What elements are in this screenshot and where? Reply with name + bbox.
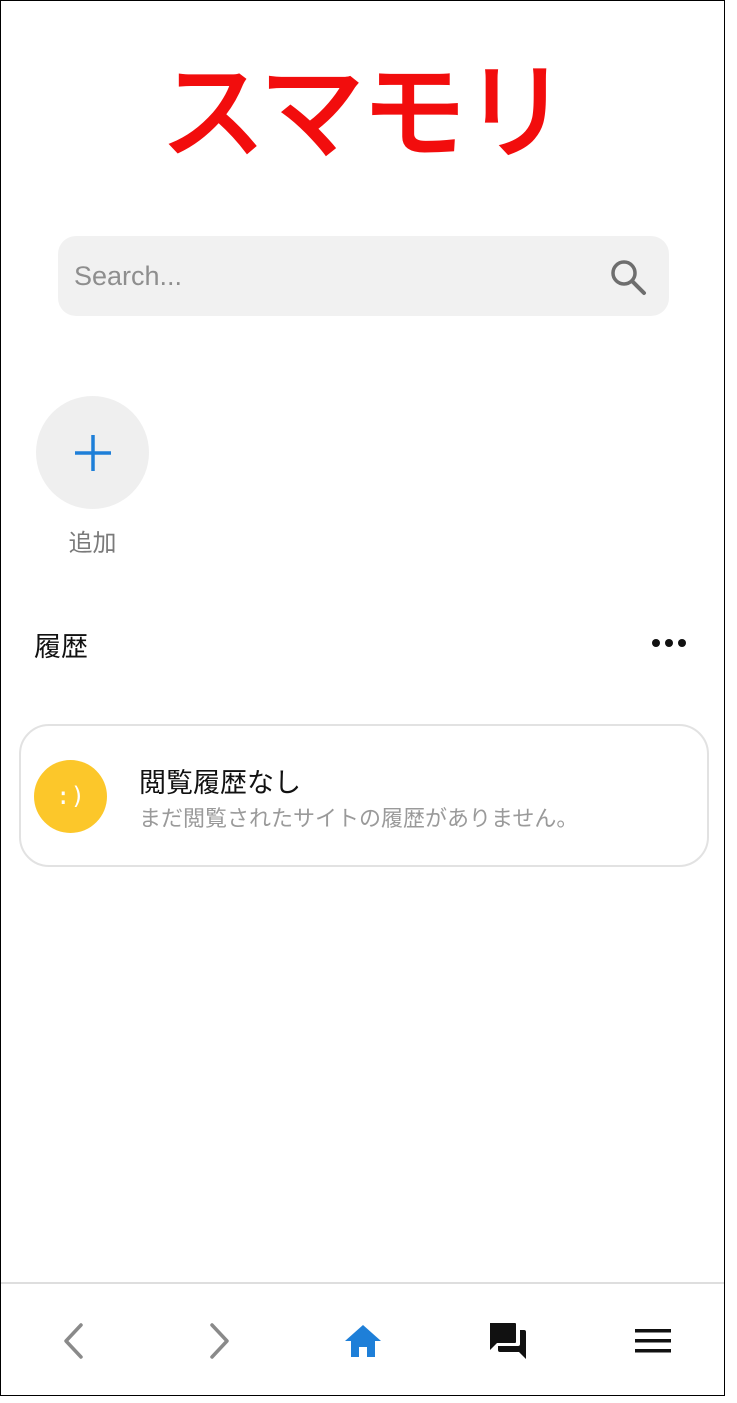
app-screen: スマモリ 追加 履歴 :) 閲覧履歴なし まだ閲覧されたサイトの履歴がありません…	[0, 0, 725, 1396]
empty-state-title: 閲覧履歴なし	[139, 768, 301, 799]
home-icon[interactable]	[343, 1321, 383, 1361]
search-bar[interactable]	[58, 236, 669, 316]
chat-bubbles-icon[interactable]	[488, 1321, 528, 1361]
more-horizontal-icon[interactable]	[649, 633, 689, 653]
hamburger-menu-icon[interactable]	[633, 1321, 673, 1361]
empty-state-message: まだ閲覧されたサイトの履歴がありません。	[139, 807, 579, 832]
app-logo: スマモリ	[161, 52, 568, 174]
add-shortcut-label: 追加	[68, 529, 117, 557]
history-heading: 履歴	[34, 632, 88, 663]
history-empty-card	[19, 724, 709, 867]
search-icon[interactable]	[608, 257, 648, 297]
chevron-left-icon[interactable]	[54, 1321, 94, 1361]
plus-icon[interactable]	[73, 433, 113, 473]
smiley-icon: :)	[34, 760, 107, 833]
chevron-right-icon[interactable]	[199, 1321, 239, 1361]
search-input[interactable]	[74, 236, 594, 316]
